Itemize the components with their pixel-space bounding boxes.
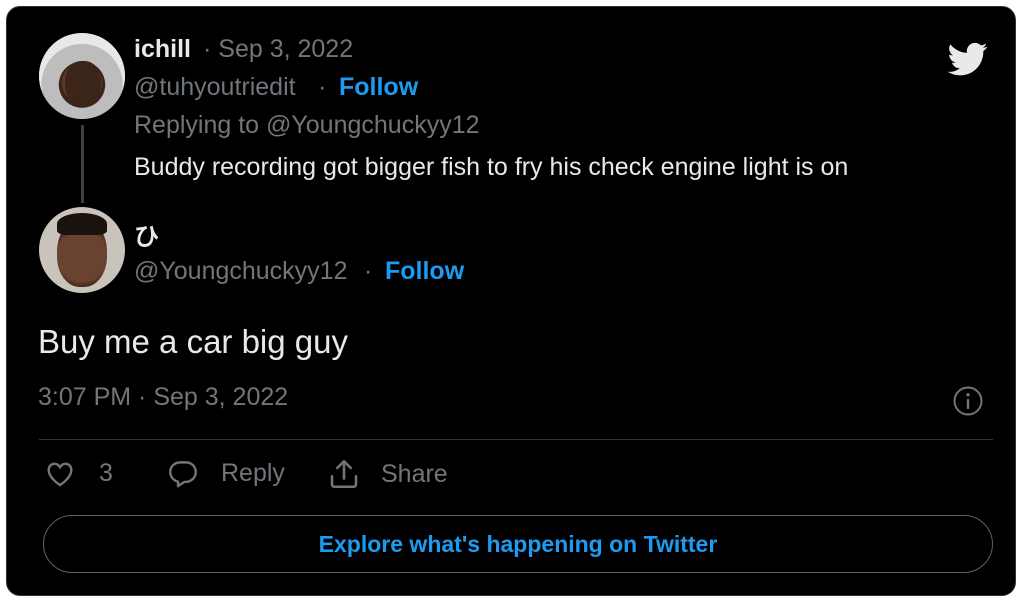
reply-display-name[interactable]: ichill (134, 35, 191, 64)
main-handle-separator: · (364, 257, 373, 285)
like-count: 3 (99, 458, 113, 487)
explore-button-label: Explore what's happening on Twitter (318, 530, 718, 557)
avatar-ichill[interactable] (39, 33, 125, 119)
main-tweet-text: Buy me a car big guy (38, 323, 348, 360)
follow-button-youngchuckyy12[interactable]: Follow (385, 257, 464, 286)
avatar-youngchuckyy12[interactable] (39, 207, 125, 293)
heart-icon (47, 462, 73, 487)
share-icon (330, 459, 358, 489)
embedded-tweet-card: ichill · Sep 3, 2022 @tuhyoutriedit · Fo… (6, 6, 1016, 596)
follow-button-ichill[interactable]: Follow (339, 73, 418, 102)
tweet-timestamp[interactable]: 3:07 PM · Sep 3, 2022 (38, 383, 288, 412)
reply-label: Reply (221, 458, 285, 487)
reply-button[interactable]: Reply (165, 456, 285, 490)
divider (39, 439, 993, 440)
replying-to-text[interactable]: Replying to @Youngchuckyy12 (134, 111, 480, 140)
reply-handle[interactable]: @tuhyoutriedit (134, 73, 296, 102)
like-button[interactable]: 3 (43, 456, 113, 490)
main-handle[interactable]: @Youngchuckyy12 (134, 257, 348, 286)
reply-icon (169, 461, 197, 488)
explore-twitter-button[interactable]: Explore what's happening on Twitter (43, 515, 993, 573)
info-icon[interactable] (952, 385, 984, 417)
thread-connector-line (81, 125, 84, 203)
reply-tweet-text: Buddy recording got bigger fish to fry h… (134, 153, 849, 181)
main-display-name[interactable]: ひ (134, 217, 159, 253)
reply-date[interactable]: · Sep 3, 2022 (203, 35, 353, 64)
share-button[interactable]: Share (325, 456, 448, 492)
reply-handle-separator: · (318, 73, 327, 101)
share-label: Share (381, 459, 448, 488)
twitter-bird-icon[interactable] (945, 39, 991, 79)
